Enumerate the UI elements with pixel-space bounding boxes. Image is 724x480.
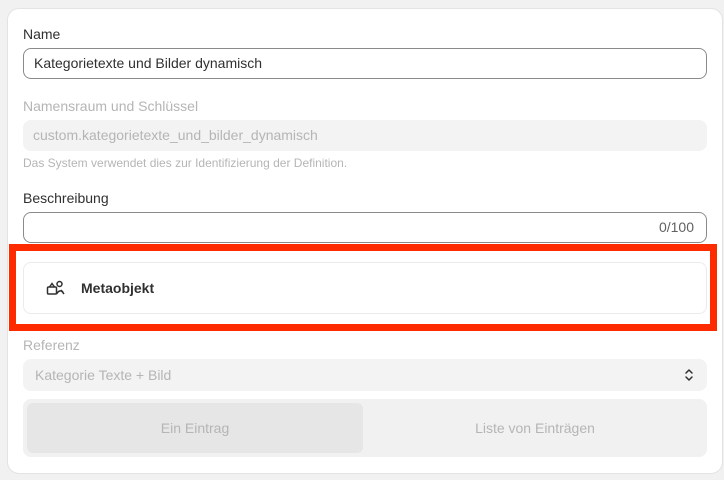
- list-of-entries-option[interactable]: Liste von Einträgen: [367, 403, 703, 453]
- type-metaobject-label: Metaobjekt: [81, 280, 155, 296]
- name-label: Name: [23, 26, 61, 42]
- namespace-key-label: Namensraum und Schlüssel: [23, 98, 199, 114]
- name-input[interactable]: Kategorietexte und Bilder dynamisch: [23, 48, 707, 79]
- description-input[interactable]: 0/100: [23, 212, 707, 243]
- type-metaobject-row[interactable]: Metaobjekt: [23, 262, 707, 314]
- reference-select: Kategorie Texte + Bild: [23, 359, 707, 391]
- namespace-help-text: Das System verwendet dies zur Identifizi…: [23, 156, 348, 170]
- chevron-up-down-icon: [685, 369, 693, 381]
- namespace-key-input: custom.kategorietexte_und_bilder_dynamis…: [23, 120, 707, 151]
- reference-label: Referenz: [23, 337, 80, 353]
- reference-selected-value: Kategorie Texte + Bild: [35, 367, 172, 383]
- entry-count-toggle: Ein Eintrag Liste von Einträgen: [23, 399, 707, 457]
- metaobject-icon: [46, 280, 65, 295]
- name-input-value: Kategorietexte und Bilder dynamisch: [34, 55, 263, 71]
- description-char-counter: 0/100: [658, 219, 694, 235]
- description-label: Beschreibung: [23, 190, 109, 206]
- namespace-key-value: custom.kategorietexte_und_bilder_dynamis…: [33, 127, 318, 143]
- single-entry-option[interactable]: Ein Eintrag: [27, 403, 363, 453]
